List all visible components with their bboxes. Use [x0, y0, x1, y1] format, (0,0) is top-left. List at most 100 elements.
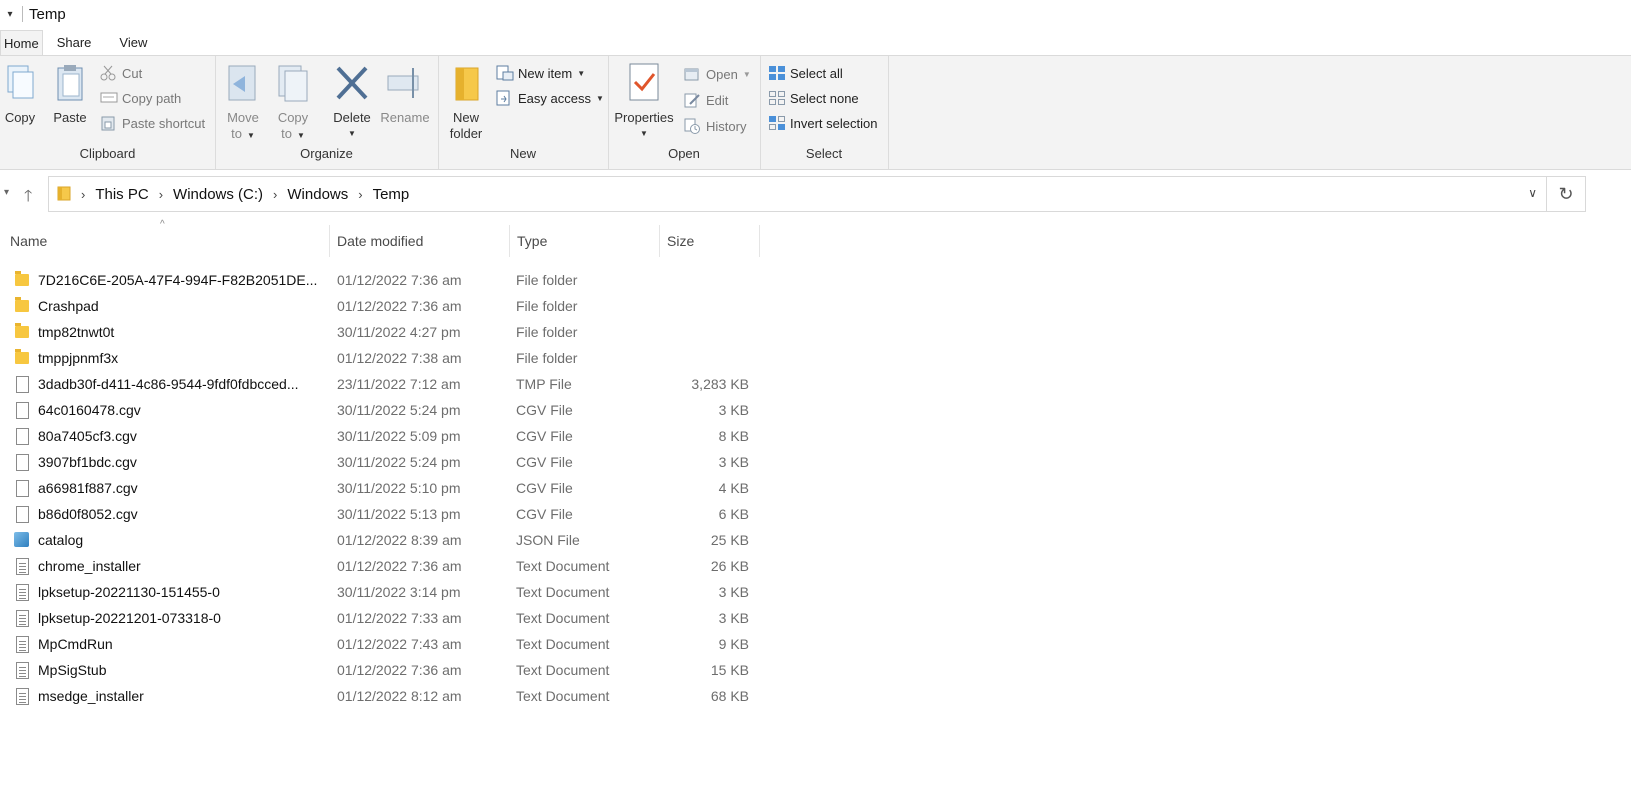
file-row[interactable]: MpCmdRun 01/12/2022 7:43 am Text Document 9…: [0, 631, 760, 657]
invert-selection-button[interactable]: Invert selection: [768, 112, 877, 134]
file-type: File folder: [516, 324, 578, 340]
file-row[interactable]: 3dadb30f-d411-4c86-9544-9fdf0fdbcced... 2…: [0, 371, 760, 397]
paste-shortcut-label: Paste shortcut: [122, 115, 206, 131]
column-date-modified[interactable]: Date modified: [330, 225, 510, 257]
file-size: 25 KB: [710, 532, 749, 548]
file-row[interactable]: MpSigStub 01/12/2022 7:36 am Text Document…: [0, 657, 760, 683]
text-document-icon: [16, 688, 29, 705]
file-size: 6 KB: [718, 506, 749, 522]
copy-path-icon: [100, 90, 118, 106]
breadcrumb-windows[interactable]: Windows: [287, 186, 348, 203]
paste-shortcut-icon: [100, 115, 118, 131]
properties-icon: [624, 62, 664, 106]
file-row[interactable]: lpksetup-20221130-151455-0 30/11/2022 3:1…: [0, 579, 760, 605]
properties-button[interactable]: Properties ▼: [614, 62, 674, 142]
file-type: File folder: [516, 272, 578, 288]
copy-to-button[interactable]: Copy to ▼: [273, 62, 313, 144]
file-size: [660, 293, 749, 319]
open-label: Open: [706, 66, 738, 82]
group-open: Properties ▼ Open ▼ Edit History Open: [608, 56, 761, 169]
file-row[interactable]: lpksetup-20221201-073318-0 01/12/2022 7:3…: [0, 605, 760, 631]
ribbon-tabs: Home Share View: [0, 30, 161, 55]
recent-locations-icon[interactable]: ▾: [4, 187, 9, 198]
tab-home[interactable]: Home: [0, 30, 43, 55]
delete-button[interactable]: Delete ▼: [331, 62, 373, 142]
properties-dropdown-icon: ▼: [640, 129, 648, 138]
copy-path-label: Copy path: [122, 90, 182, 106]
file-icon: [16, 454, 29, 471]
file-row[interactable]: 7D216C6E-205A-47F4-994F-F82B2051DE... 01/…: [0, 267, 760, 293]
rename-label: Rename: [380, 110, 430, 125]
file-row[interactable]: chrome_installer 01/12/2022 7:36 am Text D…: [0, 553, 760, 579]
chevron-right-icon[interactable]: ›: [358, 187, 362, 202]
file-row[interactable]: catalog 01/12/2022 8:39 am JSON File 25 KB: [0, 527, 760, 553]
breadcrumb-this-pc[interactable]: This PC: [95, 186, 148, 203]
open-icon: [684, 66, 702, 82]
file-row[interactable]: 80a7405cf3.cgv 30/11/2022 5:09 pm CGV File…: [0, 423, 760, 449]
file-type: Text Document: [516, 688, 610, 704]
select-all-button[interactable]: Select all: [768, 62, 843, 84]
paste-shortcut-button[interactable]: Paste shortcut: [100, 112, 205, 134]
select-none-button[interactable]: Select none: [768, 87, 859, 109]
column-type[interactable]: Type: [510, 225, 660, 257]
file-row[interactable]: 64c0160478.cgv 30/11/2022 5:24 pm CGV File…: [0, 397, 760, 423]
file-size: 15 KB: [710, 662, 749, 678]
new-item-button[interactable]: New item ▼: [496, 62, 585, 84]
file-row[interactable]: msedge_installer 01/12/2022 8:12 am Text D…: [0, 683, 760, 709]
file-row[interactable]: Crashpad 01/12/2022 7:36 am File folder: [0, 293, 760, 319]
file-size: [660, 345, 749, 371]
file-row[interactable]: b86d0f8052.cgv 30/11/2022 5:13 pm CGV File…: [0, 501, 760, 527]
file-size: 4 KB: [718, 480, 749, 496]
copy-path-button[interactable]: Copy path: [100, 87, 181, 109]
file-type: Text Document: [516, 636, 610, 652]
history-button[interactable]: History: [684, 115, 746, 137]
file-list: 7D216C6E-205A-47F4-994F-F82B2051DE... 01/…: [0, 267, 760, 709]
move-to-button[interactable]: Move to ▼: [223, 62, 263, 144]
chevron-right-icon[interactable]: ›: [273, 187, 277, 202]
file-size: 8 KB: [718, 428, 749, 444]
chevron-right-icon[interactable]: ›: [81, 187, 85, 202]
file-date-modified: 30/11/2022 5:13 pm: [337, 506, 461, 522]
file-type: Text Document: [516, 610, 610, 626]
open-dropdown-icon: ▼: [742, 69, 751, 79]
file-name: chrome_installer: [38, 558, 141, 574]
file-name: lpksetup-20221201-073318-0: [38, 610, 221, 626]
file-row[interactable]: tmp82tnwt0t 30/11/2022 4:27 pm File folder: [0, 319, 760, 345]
chevron-down-icon[interactable]: ∨: [1528, 186, 1537, 200]
file-date-modified: 30/11/2022 5:24 pm: [337, 454, 461, 470]
open-button[interactable]: Open ▼: [684, 63, 751, 85]
file-row[interactable]: a66981f887.cgv 30/11/2022 5:10 pm CGV File…: [0, 475, 760, 501]
select-all-icon: [768, 65, 786, 81]
breadcrumb-windows-c[interactable]: Windows (C:): [173, 186, 263, 203]
edit-label: Edit: [706, 92, 729, 108]
paste-button[interactable]: Paste: [50, 62, 90, 126]
breadcrumb-temp[interactable]: Temp: [373, 186, 410, 203]
tab-view[interactable]: View: [105, 30, 161, 55]
column-name[interactable]: Name: [3, 225, 330, 257]
rename-button[interactable]: Rename: [379, 62, 431, 126]
address-bar[interactable]: › This PC › Windows (C:) › Windows › Tem…: [48, 176, 1586, 212]
select-none-icon: [768, 90, 786, 106]
chevron-right-icon[interactable]: ›: [159, 187, 163, 202]
delete-label: Delete: [333, 110, 371, 125]
file-icon: [16, 428, 29, 445]
select-none-label: Select none: [790, 90, 859, 106]
up-arrow-icon[interactable]: 🡑: [24, 185, 32, 212]
file-date-modified: 30/11/2022 4:27 pm: [337, 324, 461, 340]
new-item-label: New item: [518, 65, 573, 81]
file-row[interactable]: tmppjpnmf3x 01/12/2022 7:38 am File folder: [0, 345, 760, 371]
cut-button[interactable]: Cut: [100, 62, 142, 84]
file-type: TMP File: [516, 376, 572, 392]
quick-access-dropdown-icon[interactable]: ▾: [0, 9, 20, 20]
new-folder-button[interactable]: New folder: [446, 62, 486, 142]
easy-access-button[interactable]: Easy access ▼: [496, 87, 604, 109]
copy-button[interactable]: Copy: [2, 62, 38, 126]
file-row[interactable]: 3907bf1bdc.cgv 30/11/2022 5:24 pm CGV File…: [0, 449, 760, 475]
file-date-modified: 23/11/2022 7:12 am: [337, 376, 461, 392]
edit-button[interactable]: Edit: [684, 89, 728, 111]
file-size: 26 KB: [710, 558, 749, 574]
tab-share[interactable]: Share: [43, 30, 106, 55]
text-document-icon: [16, 662, 29, 679]
refresh-icon[interactable]: ↻: [1546, 177, 1585, 211]
column-size[interactable]: Size: [660, 225, 760, 257]
